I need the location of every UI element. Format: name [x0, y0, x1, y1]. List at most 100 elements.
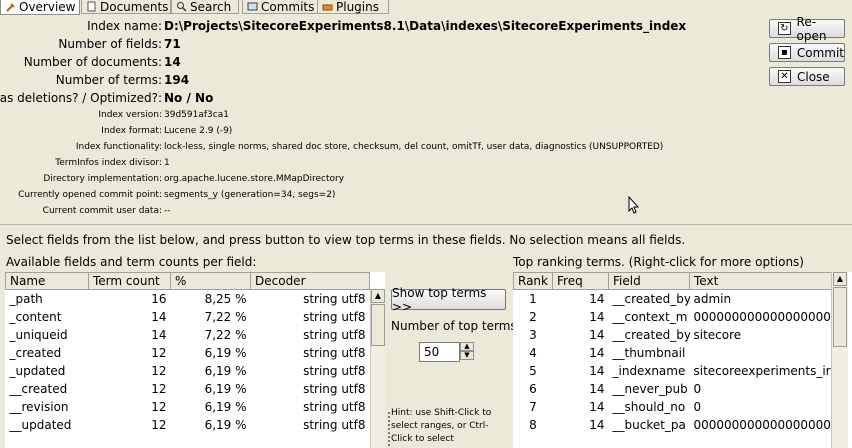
scroll-thumb[interactable] [833, 287, 847, 347]
table-row[interactable]: 6 14 __never_pub 0 [514, 380, 832, 398]
tab-overview[interactable]: Overview [0, 0, 80, 15]
table-row[interactable]: 2 14 __context_m 000000000000000000 [514, 308, 832, 326]
table-cell: _uniqueid [9, 328, 68, 342]
column-header[interactable]: Term count [88, 272, 171, 290]
column-header[interactable]: Text [689, 272, 832, 290]
index-name-value: D:\Projects\SitecoreExperiments8.1\Data\… [164, 19, 687, 33]
table-row[interactable]: 7 14 __should_no 0 [514, 398, 832, 416]
table-cell: 6,19 % [204, 382, 247, 396]
document-icon [86, 1, 97, 12]
fields-table[interactable]: Name Term count% Decoder _path 16 8,25 % stri… [5, 272, 385, 448]
table-cell: 14 [589, 328, 605, 342]
scroll-up-icon[interactable]: ▲ [371, 289, 385, 303]
column-header[interactable]: Field [608, 272, 690, 290]
table-cell: 12 [151, 400, 167, 414]
table-cell: 14 [151, 310, 167, 324]
table-row[interactable]: __revision 12 6,19 % string utf8 [6, 398, 370, 416]
table-row[interactable]: _updated 12 6,19 % string utf8 [6, 362, 370, 380]
save-icon: ▪ [778, 46, 791, 59]
column-header[interactable]: Decoder [250, 272, 370, 290]
table-cell: 14 [589, 400, 605, 414]
tab-documents[interactable]: Documents [81, 0, 171, 14]
tab-bar: Overview Documents Search Commits Plugin… [0, 0, 852, 15]
table-cell: 3 [529, 328, 537, 342]
index-version-value: 39d591af3ca1 [164, 110, 229, 120]
tab-commits[interactable]: Commits [242, 0, 318, 14]
mouse-cursor-icon [628, 195, 640, 217]
table-cell: 14 [589, 418, 605, 432]
index-format-value: Lucene 2.9 (-9) [164, 126, 233, 136]
table-cell: 000000000000000000 [693, 418, 831, 432]
table-cell: _updated [9, 364, 66, 378]
table-cell: 6,19 % [204, 400, 247, 414]
table-cell: admin [693, 292, 732, 306]
table-cell: 14 [589, 382, 605, 396]
terms-scrollbar[interactable]: ▲ [831, 272, 848, 448]
table-row[interactable]: _path 16 8,25 % string utf8 [6, 290, 370, 309]
table-row[interactable]: _content 14 7,22 % string utf8 [6, 308, 370, 326]
table-cell: 000000000000000000 [693, 310, 831, 324]
commit-point-label: Currently opened commit point: [18, 190, 162, 200]
tab-label: Documents [100, 0, 169, 14]
table-row[interactable]: 5 14 _indexname sitecoreexperiments_ir [514, 362, 832, 380]
terms-panel-title: Top ranking terms. (Right-click for more… [513, 255, 804, 269]
num-docs-label: Number of documents: [23, 55, 162, 69]
table-cell: 6,19 % [204, 346, 247, 360]
table-row[interactable]: _created 12 6,19 % string utf8 [6, 344, 370, 362]
table-cell: __should_no [612, 400, 686, 414]
column-header[interactable]: Rank [513, 272, 553, 290]
num-top-terms-input[interactable]: 50 [419, 342, 460, 362]
reopen-button[interactable]: ↻ Re-open [769, 15, 845, 43]
spinner-arrows[interactable]: ▲ ▼ [460, 342, 474, 360]
show-top-terms-button[interactable]: Show top terms >> [391, 286, 506, 314]
fields-scrollbar[interactable]: ▲ [370, 289, 385, 448]
spinner-up-icon[interactable]: ▲ [460, 342, 474, 351]
index-name-label: Index name: [87, 19, 162, 33]
hint-resize-grip[interactable] [388, 412, 390, 448]
table-cell: _created [9, 346, 62, 360]
commit-user-value: -- [164, 206, 171, 216]
column-header[interactable]: % [170, 272, 251, 290]
commits-icon [247, 1, 258, 12]
table-row[interactable]: __created 12 6,19 % string utf8 [6, 380, 370, 398]
table-row[interactable]: _uniqueid 14 7,22 % string utf8 [6, 326, 370, 344]
table-row[interactable]: 3 14 __created_by sitecore [514, 326, 832, 344]
table-cell: 0 [693, 382, 702, 396]
table-cell: string utf8 [303, 364, 366, 378]
table-cell: __revision [9, 400, 69, 414]
functionality-label: Index functionality: [75, 142, 162, 152]
deletions-label: Has deletions? / Optimized?: [0, 91, 162, 105]
table-cell: 12 [151, 346, 167, 360]
scroll-thumb[interactable] [371, 304, 385, 346]
tab-label: Overview [19, 0, 76, 14]
table-cell: string utf8 [303, 346, 366, 360]
show-top-terms-label: Show top terms >> [392, 285, 487, 314]
table-cell: _content [9, 310, 62, 324]
table-cell: 7,22 % [204, 328, 247, 342]
table-cell: 14 [151, 328, 167, 342]
table-row[interactable]: 8 14 __bucket_pa 000000000000000000 [514, 416, 832, 434]
terminfos-label: TermInfos index divisor: [55, 158, 162, 168]
table-cell: __created_by [612, 292, 690, 306]
table-cell: 14 [589, 364, 605, 378]
tab-label: Plugins [336, 0, 379, 14]
table-cell: 8,25 % [204, 292, 247, 306]
close-label: Close [797, 69, 830, 84]
column-header[interactable]: Freq [552, 272, 609, 290]
scroll-up-icon[interactable]: ▲ [833, 272, 847, 286]
table-row[interactable]: 4 14 __thumbnail [514, 344, 832, 362]
terms-table[interactable]: Rank Freq Field Text 1 14 __created_by admin 2 1… [513, 272, 852, 448]
table-cell: string utf8 [303, 310, 366, 324]
table-row[interactable]: __updated 12 6,19 % string utf8 [6, 416, 370, 434]
directory-value: org.apache.lucene.store.MMapDirectory [164, 174, 345, 184]
table-row[interactable]: 1 14 __created_by admin [514, 290, 832, 309]
tab-search[interactable]: Search [171, 0, 239, 14]
table-cell: __context_m [612, 310, 688, 324]
column-header[interactable]: Name [5, 272, 89, 290]
table-cell: string utf8 [303, 292, 366, 306]
commit-button[interactable]: ▪ Commit [769, 43, 845, 62]
tab-plugins[interactable]: Plugins [317, 0, 389, 14]
close-button[interactable]: ✕ Close [769, 67, 845, 86]
refresh-icon: ↻ [778, 22, 791, 35]
spinner-down-icon[interactable]: ▼ [460, 351, 474, 360]
